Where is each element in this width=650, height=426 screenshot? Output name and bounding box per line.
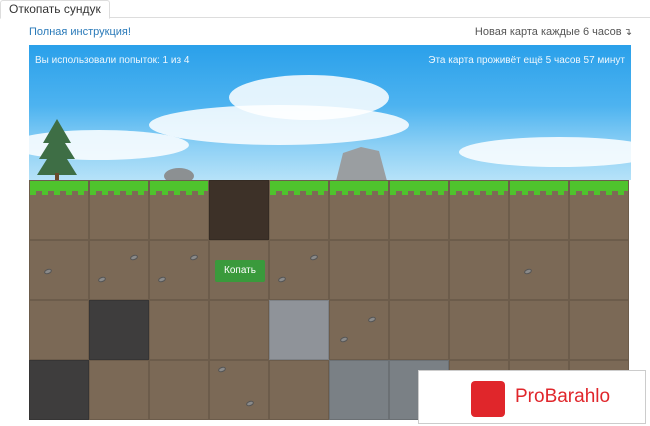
- dig-cell[interactable]: [149, 180, 209, 240]
- dig-cell[interactable]: [29, 180, 89, 240]
- dig-cell[interactable]: [389, 300, 449, 360]
- pebble-icon: [129, 253, 139, 262]
- dig-button[interactable]: Копать: [215, 260, 265, 282]
- grass-strip: [30, 181, 88, 195]
- dig-cell[interactable]: [509, 180, 569, 240]
- pebble-icon: [97, 275, 107, 284]
- watermark-logo-icon: [471, 381, 505, 417]
- dig-cell[interactable]: [29, 240, 89, 300]
- tab-bar: Откопать сундук: [0, 0, 650, 19]
- instructions-link[interactable]: Полная инструкция!: [29, 26, 131, 38]
- arrow-down-icon: ↴: [623, 27, 632, 38]
- pebble-icon: [189, 253, 199, 262]
- dig-cell[interactable]: [509, 300, 569, 360]
- tree-icon: [37, 119, 77, 181]
- grass-strip: [270, 181, 328, 195]
- dig-cell[interactable]: [449, 300, 509, 360]
- grass-strip: [330, 181, 388, 195]
- dig-cell[interactable]: [449, 180, 509, 240]
- dig-cell[interactable]: [269, 240, 329, 300]
- dig-cell[interactable]: [569, 300, 629, 360]
- pebble-icon: [217, 365, 227, 374]
- dig-cell[interactable]: [329, 240, 389, 300]
- watermark: ProBarahlo: [418, 370, 646, 424]
- tab-dig-chest[interactable]: Откопать сундук: [0, 0, 110, 19]
- grass-strip: [570, 181, 628, 195]
- map-lifetime: Эта карта проживёт ещё 5 часов 57 минут: [428, 55, 625, 66]
- dig-cell[interactable]: [89, 360, 149, 420]
- pebble-icon: [309, 253, 319, 262]
- dig-cell[interactable]: [389, 180, 449, 240]
- dig-cell[interactable]: [89, 240, 149, 300]
- grass-strip: [450, 181, 508, 195]
- dig-cell[interactable]: [389, 240, 449, 300]
- pebble-icon: [523, 267, 533, 276]
- dig-cell[interactable]: [329, 180, 389, 240]
- dig-cell[interactable]: [149, 360, 209, 420]
- dig-cell[interactable]: [149, 240, 209, 300]
- dig-cell[interactable]: [569, 180, 629, 240]
- dig-cell[interactable]: [29, 360, 89, 420]
- new-map-info: Новая карта каждые 6 часов ↴: [475, 26, 632, 38]
- dig-cell[interactable]: [209, 180, 269, 240]
- dig-cell[interactable]: [329, 300, 389, 360]
- grass-strip: [390, 181, 448, 195]
- dig-cell[interactable]: [149, 300, 209, 360]
- pebble-icon: [339, 335, 349, 344]
- dig-cell[interactable]: [509, 240, 569, 300]
- dig-cell[interactable]: [29, 300, 89, 360]
- dig-cell[interactable]: [269, 360, 329, 420]
- grass-strip: [150, 181, 208, 195]
- grass-strip: [510, 181, 568, 195]
- new-map-text: Новая карта каждые 6 часов: [474, 26, 622, 38]
- pebble-icon: [157, 275, 167, 284]
- dig-cell[interactable]: [269, 180, 329, 240]
- pebble-icon: [277, 275, 287, 284]
- rock-icon: [336, 147, 387, 181]
- cloud-icon: [229, 75, 389, 120]
- grass-strip: [90, 181, 148, 195]
- dig-cell[interactable]: [209, 300, 269, 360]
- dig-cell[interactable]: [449, 240, 509, 300]
- pebble-icon: [245, 399, 255, 408]
- dig-cell[interactable]: [569, 240, 629, 300]
- dig-cell[interactable]: [89, 180, 149, 240]
- dig-cell[interactable]: [209, 360, 269, 420]
- cloud-icon: [459, 137, 631, 167]
- attempts-counter: Вы использовали попыток: 1 из 4: [35, 55, 190, 66]
- pebble-icon: [43, 267, 53, 276]
- pebble-icon: [367, 315, 377, 324]
- dig-cell[interactable]: [329, 360, 389, 420]
- dig-cell[interactable]: [269, 300, 329, 360]
- watermark-text: ProBarahlo: [515, 386, 611, 407]
- dig-cell[interactable]: [89, 300, 149, 360]
- game-board: Вы использовали попыток: 1 из 4 Эта карт…: [29, 45, 631, 426]
